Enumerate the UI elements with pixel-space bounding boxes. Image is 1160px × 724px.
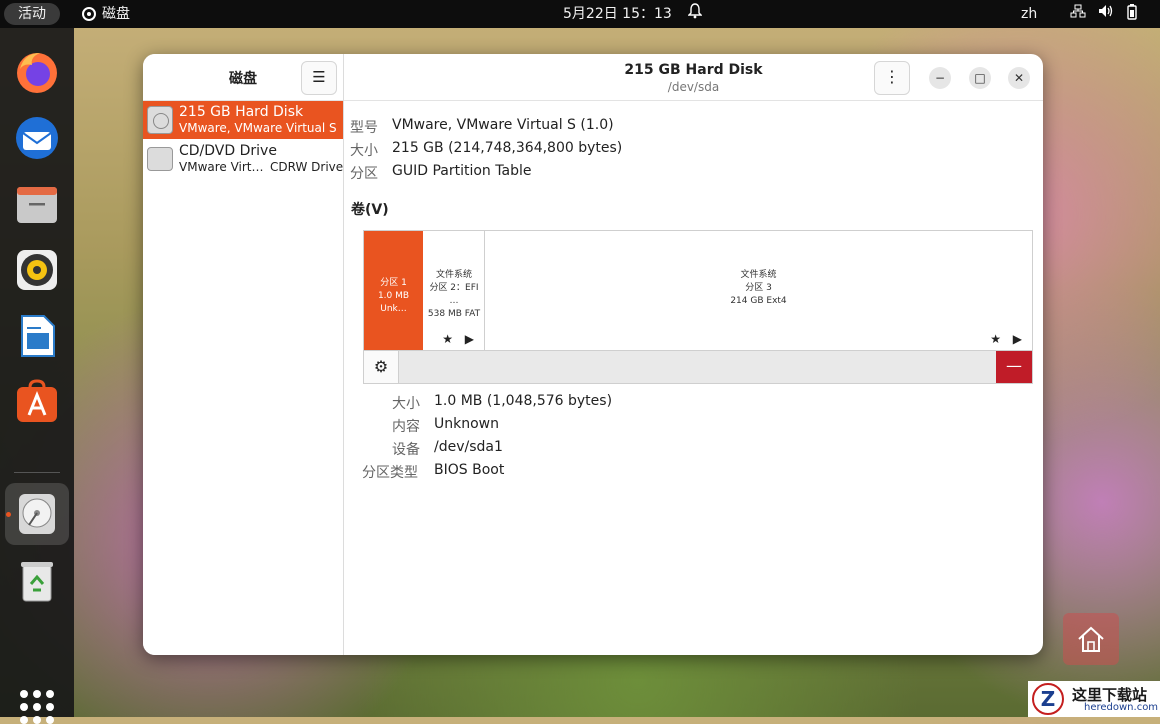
sidebar-header: 磁盘 ☰ xyxy=(143,54,343,101)
sidebar: 磁盘 ☰ 215 GB Hard Disk VMware, VMware Vir… xyxy=(143,54,344,655)
partition-2[interactable]: 文件系统 分区 2：EFI … 538 MB FAT ★ ▶ xyxy=(424,231,485,350)
disk-item-cd-dvd[interactable]: CD/DVD Drive VMware Virt… CDRW Drive xyxy=(143,140,343,178)
detail-label: 设备 xyxy=(392,442,420,458)
partition-label: 分区 1 xyxy=(380,278,407,288)
partition-content: 文件系统 xyxy=(740,270,777,280)
show-apps-icon[interactable] xyxy=(20,690,54,724)
mount-status-icons: ★ ▶ xyxy=(990,332,1026,346)
detail-value: BIOS Boot xyxy=(434,462,505,478)
gear-icon[interactable]: ⚙ xyxy=(364,351,399,383)
partition-map: 分区 1 1.0 MB Unk… 文件系统 分区 2：EFI … 538 MB … xyxy=(363,230,1033,351)
detail-value: /dev/sda1 xyxy=(434,439,503,455)
watermark-url: heredown.com xyxy=(1084,702,1159,713)
volumes-heading: 卷(V) xyxy=(351,202,389,218)
libreoffice-writer-icon[interactable] xyxy=(13,312,61,360)
detail-label: 大小 xyxy=(392,396,420,412)
disks-app-icon xyxy=(82,7,96,21)
detail-label: 分区类型 xyxy=(362,465,418,481)
partition-3[interactable]: 文件系统 分区 3 214 GB Ext4 ★ ▶ xyxy=(485,231,1032,350)
running-indicator xyxy=(6,512,11,517)
main-pane: 215 GB Hard Disk /dev/sda ⋮ − □ ✕ 型号 VMw… xyxy=(344,54,1043,655)
disks-icon[interactable] xyxy=(13,490,61,538)
close-button[interactable]: ✕ xyxy=(1008,67,1030,89)
info-value: GUID Partition Table xyxy=(392,163,532,179)
system-tray[interactable] xyxy=(1070,4,1138,24)
dock-separator xyxy=(14,472,60,473)
info-label: 大小 xyxy=(350,143,378,159)
optical-drive-icon xyxy=(147,147,173,171)
detail-label: 内容 xyxy=(392,419,420,435)
input-method-indicator[interactable]: zh xyxy=(1021,4,1037,24)
top-bar: 活动 磁盘 5月22日 15：13 zh xyxy=(0,0,1160,28)
network-icon xyxy=(1070,4,1086,24)
battery-icon xyxy=(1126,4,1138,24)
partition-size: 538 MB FAT xyxy=(427,309,481,319)
disk-name: 215 GB Hard Disk xyxy=(179,104,304,120)
files-icon[interactable] xyxy=(13,180,61,228)
trash-icon[interactable] xyxy=(13,556,61,604)
info-value: VMware, VMware Virtual S (1.0) xyxy=(392,117,614,133)
thunderbird-icon[interactable] xyxy=(13,114,61,162)
notification-bell-icon[interactable] xyxy=(687,3,703,23)
drive-options-icon[interactable]: ⋮ xyxy=(874,61,910,95)
info-value: 215 GB (214,748,364,800 bytes) xyxy=(392,140,623,156)
maximize-button[interactable]: □ xyxy=(969,67,991,89)
watermark-logo: Z xyxy=(1032,683,1064,715)
hard-disk-icon xyxy=(147,106,173,134)
firefox-icon[interactable] xyxy=(13,48,61,96)
partition-size: 1.0 MB Unk… xyxy=(377,291,410,314)
rhythmbox-icon[interactable] xyxy=(13,246,61,294)
activities-button[interactable]: 活动 xyxy=(4,3,60,25)
disk-item-hard-disk[interactable]: 215 GB Hard Disk VMware, VMware Virtual … xyxy=(143,101,343,139)
disk-name: CD/DVD Drive xyxy=(179,143,277,159)
delete-partition-button[interactable]: — xyxy=(996,351,1032,383)
info-label: 分区 xyxy=(350,166,378,182)
dock xyxy=(0,28,74,724)
detail-value: 1.0 MB (1,048,576 bytes) xyxy=(434,393,613,409)
volume-icon xyxy=(1098,4,1114,24)
info-label: 型号 xyxy=(350,120,378,136)
disk-subtitle: VMware Virt… xyxy=(179,160,264,174)
watermark: Z 这里下载站 heredown.com xyxy=(1028,681,1160,717)
app-indicator[interactable]: 磁盘 xyxy=(82,4,130,24)
app-indicator-label: 磁盘 xyxy=(102,6,130,22)
disks-window: 磁盘 ☰ 215 GB Hard Disk VMware, VMware Vir… xyxy=(143,54,1043,655)
mount-status-icons: ★ ▶ xyxy=(442,332,478,346)
partition-toolbar: ⚙ — xyxy=(363,350,1033,384)
home-folder-icon[interactable] xyxy=(1063,613,1119,665)
clock[interactable]: 5月22日 15：13 xyxy=(563,4,672,24)
disk-subtitle: VMware, VMware Virtual S xyxy=(179,121,337,135)
app-center-icon[interactable] xyxy=(13,378,61,426)
hamburger-menu-icon[interactable]: ☰ xyxy=(301,61,337,95)
main-header: 215 GB Hard Disk /dev/sda ⋮ − □ ✕ xyxy=(344,54,1043,101)
partition-label: 分区 3 xyxy=(745,283,772,293)
partition-label: 分区 2：EFI … xyxy=(429,283,479,306)
detail-value: Unknown xyxy=(434,416,499,432)
partition-1[interactable]: 分区 1 1.0 MB Unk… xyxy=(364,231,423,350)
disk-type: CDRW Drive xyxy=(270,160,344,174)
minimize-button[interactable]: − xyxy=(929,67,951,89)
partition-size: 214 GB Ext4 xyxy=(730,296,787,306)
partition-content: 文件系统 xyxy=(435,270,472,280)
